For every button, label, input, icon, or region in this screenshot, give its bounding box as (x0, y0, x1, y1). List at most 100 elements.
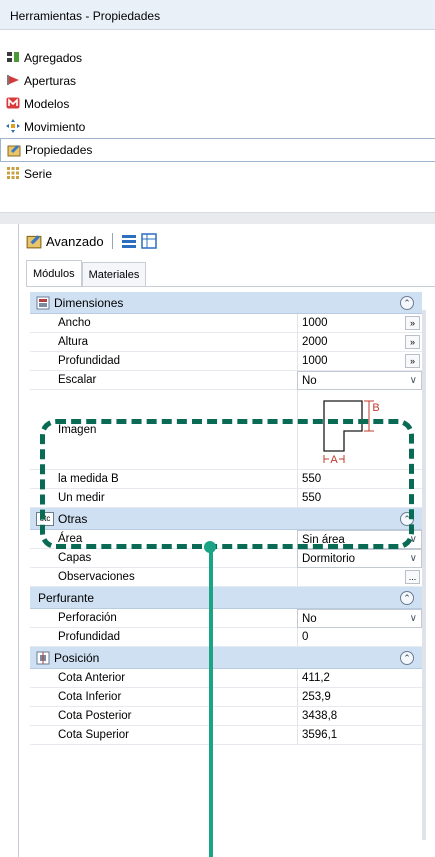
nav-item-serie[interactable]: Serie (0, 162, 435, 185)
chevron-down-icon[interactable]: ∨ (410, 613, 417, 624)
property-row-area: Área Sin área ∨ (30, 530, 422, 549)
group-otras[interactable]: etc Otras ⌃ (30, 508, 422, 530)
group-posicion[interactable]: Posición ⌃ (30, 647, 422, 669)
nav-label: Modelos (24, 96, 70, 111)
collapse-icon[interactable]: ⌃ (400, 591, 414, 605)
collapse-icon[interactable]: ⌃ (400, 651, 414, 665)
group-perfurante[interactable]: Perfurante ⌃ (30, 587, 422, 609)
group-title: Dimensiones (54, 295, 124, 310)
chevron-down-icon[interactable]: ∨ (410, 553, 417, 564)
area-select[interactable]: Sin área ∨ (297, 530, 422, 549)
nav-item-agregados[interactable]: Agregados (0, 46, 435, 69)
nav-label: Propiedades (25, 143, 93, 157)
value-text: 2000 (302, 336, 328, 348)
property-value-observaciones[interactable]: ... (297, 568, 422, 587)
value-text: 253,9 (302, 691, 331, 703)
expand-button[interactable]: » (405, 335, 420, 349)
property-row-cota-superior: Cota Superior 3596,1 (30, 726, 422, 745)
property-row-medida-b: la medida B 550 (30, 470, 422, 489)
property-value-imagen[interactable]: A B (297, 390, 422, 470)
property-row-observaciones: Observaciones ... (30, 568, 422, 587)
property-label: la medida B (30, 470, 297, 489)
property-value-cota-anterior[interactable]: 411,2 (297, 669, 422, 688)
perforacion-select[interactable]: No ∨ (297, 609, 422, 628)
value-text: 3438,8 (302, 710, 338, 722)
panel-splitter[interactable] (0, 212, 435, 224)
advanced-button[interactable]: Avanzado (46, 234, 104, 249)
property-row-profundidad-perf: Profundidad 0 (30, 628, 422, 647)
group-title: Posición (54, 650, 100, 665)
models-icon (6, 97, 20, 109)
collapse-icon[interactable]: ⌃ (400, 296, 414, 310)
nav-label: Movimiento (24, 119, 86, 134)
etc-icon: etc (36, 511, 54, 526)
value-text: Sin área (302, 533, 345, 546)
escalar-select[interactable]: No ∨ (297, 371, 422, 390)
property-label: Perforación (30, 609, 297, 628)
property-row-escalar: Escalar No ∨ (30, 371, 422, 390)
property-label: Imagen (30, 390, 297, 470)
property-label: Profundidad (30, 628, 297, 647)
expand-button[interactable]: » (405, 354, 420, 368)
property-value-medida-b[interactable]: 550 (297, 470, 422, 489)
collapse-icon[interactable]: ⌃ (400, 512, 414, 526)
callout-connector-line (209, 546, 213, 857)
nav-item-modelos[interactable]: Modelos (0, 92, 435, 115)
group-title: Perfurante (38, 590, 95, 605)
property-label: Observaciones (30, 568, 297, 587)
value-text: 0 (302, 631, 309, 643)
group-dimensiones[interactable]: Dimensiones ⌃ (30, 292, 422, 314)
property-value-cota-posterior[interactable]: 3438,8 (297, 707, 422, 726)
grid-view-icon[interactable] (140, 233, 157, 249)
property-value-altura[interactable]: 2000 » (297, 333, 422, 352)
property-value-un-medir[interactable]: 550 (297, 489, 422, 508)
vertical-scrollbar[interactable] (422, 310, 426, 840)
property-value-cota-superior[interactable]: 3596,1 (297, 726, 422, 745)
nav-label: Aperturas (24, 73, 77, 88)
dimension-diagram-icon: A B (323, 399, 380, 465)
property-row-perforacion: Perforación No ∨ (30, 609, 422, 628)
property-row-cota-anterior: Cota Anterior 411,2 (30, 669, 422, 688)
properties-tabs: Módulos Materiales (26, 260, 147, 286)
marker-a: A (330, 454, 338, 465)
chevron-down-icon[interactable]: ∨ (410, 534, 417, 545)
nav-item-propiedades[interactable]: Propiedades (0, 138, 435, 162)
properties-icon[interactable] (26, 233, 42, 249)
value-text: 1000 (302, 317, 328, 329)
window-title: Herramientas - Propiedades (10, 9, 161, 23)
openings-icon (7, 75, 19, 85)
value-text: No (302, 374, 317, 387)
property-label: Altura (30, 333, 297, 352)
nav-label: Serie (24, 166, 53, 181)
nav-item-aperturas[interactable]: Aperturas (0, 69, 435, 92)
property-label: Capas (30, 549, 297, 568)
value-text: No (302, 612, 317, 625)
property-row-cota-posterior: Cota Posterior 3438,8 (30, 707, 422, 726)
value-text: Dormitorio (302, 552, 356, 565)
categorized-view-icon[interactable] (121, 233, 137, 249)
aggregates-icon (7, 52, 19, 62)
property-row-cota-inferior: Cota Inferior 253,9 (30, 688, 422, 707)
nav-item-movimiento[interactable]: Movimiento (0, 115, 435, 138)
property-label: Área (30, 530, 297, 549)
expand-button[interactable]: » (405, 316, 420, 330)
property-label: Escalar (30, 371, 297, 390)
property-label: Ancho (30, 314, 297, 333)
property-row-profundidad: Profundidad 1000 » (30, 352, 422, 371)
property-label: Profundidad (30, 352, 297, 371)
chevron-down-icon[interactable]: ∨ (410, 375, 417, 386)
property-value-profundidad-perf[interactable]: 0 (297, 628, 422, 647)
property-value-ancho[interactable]: 1000 » (297, 314, 422, 333)
ellipsis-button[interactable]: ... (405, 570, 420, 584)
property-row-imagen: Imagen A B (30, 390, 422, 470)
toolbar-divider (111, 233, 113, 249)
value-text: 550 (302, 473, 322, 485)
property-label: Cota Superior (30, 726, 297, 745)
tab-modulos[interactable]: Módulos (26, 260, 82, 286)
tab-materiales[interactable]: Materiales (81, 262, 147, 286)
property-value-cota-inferior[interactable]: 253,9 (297, 688, 422, 707)
capas-select[interactable]: Dormitorio ∨ (297, 549, 422, 568)
properties-toolbar: Avanzado (26, 230, 157, 252)
property-value-profundidad[interactable]: 1000 » (297, 352, 422, 371)
properties-icon (7, 145, 21, 157)
